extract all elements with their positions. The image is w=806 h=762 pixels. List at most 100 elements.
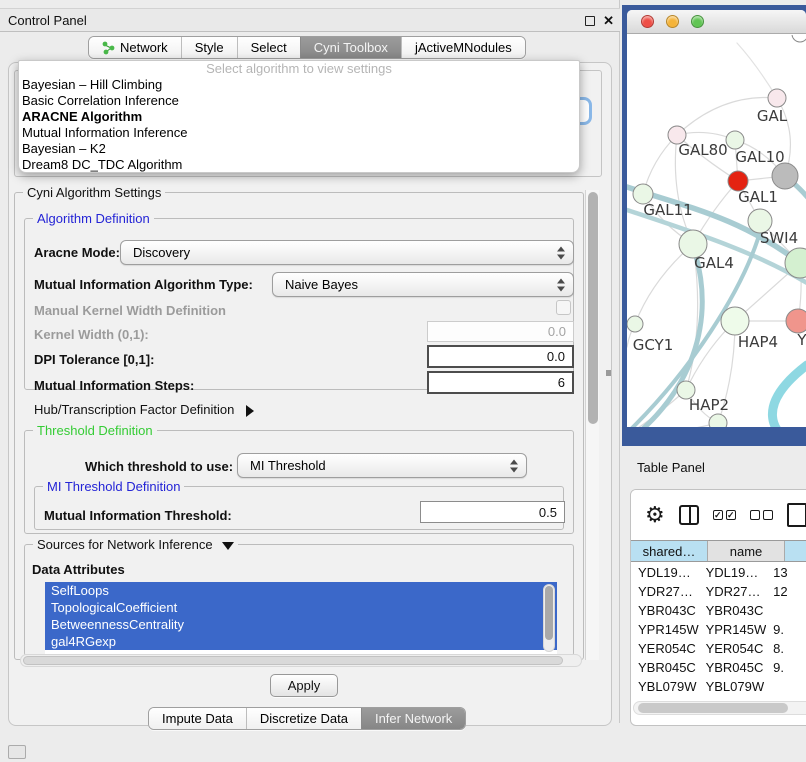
- apply-button[interactable]: Apply: [270, 674, 338, 697]
- mi-algorithm-type-label: Mutual Information Algorithm Type:: [34, 277, 253, 292]
- document-icon[interactable]: [787, 503, 806, 527]
- scrollbar-thumb[interactable]: [638, 703, 788, 713]
- network-node[interactable]: [772, 163, 798, 189]
- table-horizontal-scrollbar[interactable]: [633, 701, 806, 715]
- table-row[interactable]: YDR27…YDR27…12: [631, 582, 806, 601]
- tab-jactivemnodules[interactable]: jActiveMNodules: [401, 37, 525, 58]
- column-header[interactable]: [785, 541, 806, 561]
- scrollbar-thumb[interactable]: [23, 656, 563, 665]
- mi-steps-value: 6: [558, 375, 565, 390]
- column-layout-icon[interactable]: [679, 505, 699, 525]
- combobox-arrows-icon: [510, 459, 518, 472]
- data-attributes-label: Data Attributes: [32, 562, 125, 577]
- settings-horizontal-scrollbar[interactable]: [20, 654, 582, 667]
- algorithm-definition-title: Algorithm Definition: [33, 211, 154, 226]
- app-root: Control Panel ✕ NetworkStyleSelect Cyni T…: [0, 0, 806, 762]
- network-node-hap4[interactable]: [721, 307, 749, 335]
- threshold-definition-title: Threshold Definition: [33, 423, 157, 438]
- attribute-item-selected[interactable]: SelfLoops: [45, 582, 557, 599]
- table-cell: YDR27…: [699, 582, 767, 601]
- network-edge[interactable]: [635, 244, 693, 324]
- network-node-label: GAL: [757, 107, 788, 125]
- table-row[interactable]: YBR043CYBR043C: [631, 601, 806, 620]
- dpi-tolerance-field[interactable]: 0.0: [427, 345, 574, 368]
- tab-label: Discretize Data: [260, 711, 348, 726]
- network-node[interactable]: [709, 414, 727, 427]
- dpi-tolerance-label: DPI Tolerance [0,1]:: [34, 352, 154, 367]
- table-body: YDL19…YDL19…13YDR27…YDR27…12YBR043CYBR04…: [631, 563, 806, 701]
- network-node-y[interactable]: [786, 309, 806, 333]
- table-toolbar: ⚙ ✓✓: [631, 490, 806, 540]
- algorithm-option[interactable]: Bayesian – Hill Climbing: [19, 77, 579, 93]
- table-cell: YER054C: [631, 639, 699, 658]
- mac-minimize-button[interactable]: [666, 15, 679, 28]
- attribute-item-selected[interactable]: gal4RGexp: [45, 633, 557, 650]
- gear-icon[interactable]: ⚙: [645, 504, 665, 526]
- network-node-gal10[interactable]: [726, 131, 744, 149]
- table-cell: YDL19…: [699, 563, 767, 582]
- tab-network[interactable]: Network: [89, 37, 181, 58]
- mi-algorithm-type-combobox[interactable]: Naive Bayes: [272, 272, 574, 297]
- network-node-gcy1[interactable]: [627, 316, 643, 332]
- splitpane-handle[interactable]: [605, 368, 613, 378]
- kernel-width-value: 0.0: [548, 324, 566, 339]
- hub-definition-expander[interactable]: Hub/Transcription Factor Definition: [34, 402, 254, 417]
- table-row[interactable]: YBL079WYBL079W: [631, 677, 806, 696]
- tab-impute-data[interactable]: Impute Data: [149, 708, 246, 729]
- table-row[interactable]: YDL19…YDL19…13: [631, 563, 806, 582]
- tab-label: jActiveMNodules: [415, 40, 512, 55]
- table-cell: YPR145W: [631, 620, 699, 639]
- algorithm-option[interactable]: ARACNE Algorithm: [19, 109, 579, 125]
- scrollbar-thumb[interactable]: [545, 586, 553, 640]
- table-cell: YPR145W: [699, 620, 767, 639]
- network-node[interactable]: [792, 35, 806, 42]
- aracne-mode-combobox[interactable]: Discovery: [120, 240, 574, 265]
- algorithm-option[interactable]: Bayesian – K2: [19, 141, 579, 157]
- settings-vertical-scrollbar[interactable]: [585, 190, 599, 660]
- unchecked-boxes-icon[interactable]: [750, 510, 773, 520]
- network-canvas[interactable]: GALGAL80GAL10GAL1GAL11SWI4GAL4GCY1HAP4YH…: [627, 35, 806, 427]
- network-node-gal[interactable]: [768, 89, 786, 107]
- algorithm-option[interactable]: Mutual Information Inference: [19, 125, 579, 141]
- manual-kernel-width-checkbox[interactable]: [556, 300, 571, 315]
- which-threshold-combobox[interactable]: MI Threshold: [237, 453, 527, 478]
- algorithm-option[interactable]: Basic Correlation Inference: [19, 93, 579, 109]
- mi-steps-field[interactable]: 6: [427, 371, 574, 394]
- minimized-panel-icon[interactable]: [8, 745, 26, 759]
- network-edge[interactable]: [737, 43, 777, 98]
- scrollbar-thumb[interactable]: [588, 192, 598, 424]
- tab-style[interactable]: Style: [181, 37, 237, 58]
- table-row[interactable]: YBR045CYBR045C9.: [631, 658, 806, 677]
- kernel-width-field[interactable]: 0.0: [427, 321, 574, 342]
- column-header-shared[interactable]: shared…: [631, 541, 708, 561]
- table-cell: YBL079W: [699, 677, 767, 696]
- mi-threshold-definition-title: MI Threshold Definition: [43, 479, 184, 494]
- mac-zoom-button[interactable]: [691, 15, 704, 28]
- control-panel-title: Control Panel: [8, 13, 87, 28]
- attributes-vertical-scrollbar[interactable]: [543, 584, 555, 652]
- tab-discretize-data[interactable]: Discretize Data: [246, 708, 361, 729]
- checked-boxes-icon[interactable]: ✓✓: [713, 510, 736, 520]
- tab-cyni-toolbox[interactable]: Cyni Toolbox: [300, 37, 401, 58]
- mac-close-button[interactable]: [641, 15, 654, 28]
- column-header-name[interactable]: name: [708, 541, 785, 561]
- tab-infer-network[interactable]: Infer Network: [361, 708, 465, 729]
- table-row[interactable]: YPR145WYPR145W9.: [631, 620, 806, 639]
- close-icon[interactable]: ✕: [603, 16, 614, 26]
- sources-expander[interactable]: Sources for Network Inference: [33, 537, 238, 552]
- table-cell: YDL19…: [631, 563, 699, 582]
- attribute-item-selected[interactable]: TopologicalCoefficient: [45, 599, 557, 616]
- table-panel-labelbar: Table Panel: [622, 446, 806, 487]
- attribute-item-selected[interactable]: BetweennessCentrality: [45, 616, 557, 633]
- table-cell: YBR045C: [631, 658, 699, 677]
- network-edge[interactable]: [772, 365, 806, 427]
- table-row[interactable]: YER054CYER054C8.: [631, 639, 806, 658]
- mi-threshold-field[interactable]: 0.5: [420, 501, 565, 523]
- float-window-icon[interactable]: [585, 16, 595, 26]
- data-attributes-list[interactable]: SelfLoopsTopologicalCoefficientBetweenne…: [45, 582, 557, 654]
- tab-select[interactable]: Select: [237, 37, 300, 58]
- kernel-width-label: Kernel Width (0,1):: [34, 327, 149, 342]
- tab-label: Cyni Toolbox: [314, 40, 388, 55]
- algorithm-option[interactable]: Dream8 DC_TDC Algorithm: [19, 157, 579, 173]
- aracne-mode-label: Aracne Mode:: [34, 245, 120, 260]
